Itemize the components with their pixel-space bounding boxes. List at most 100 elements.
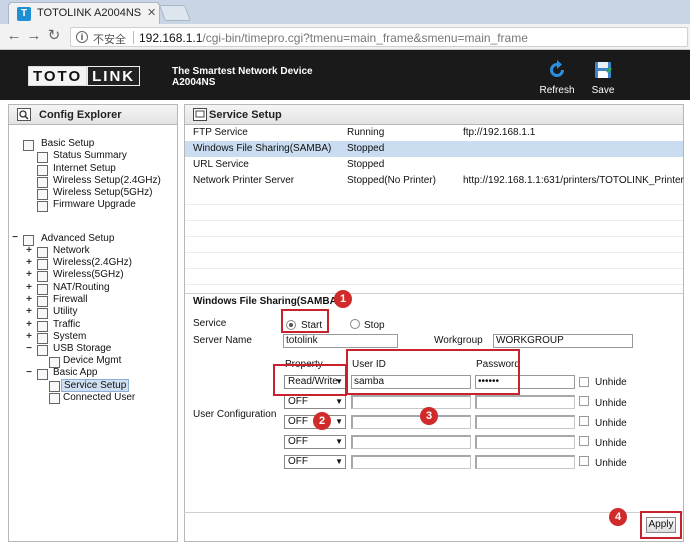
header-slogan: The Smartest Network Device A2004NS	[172, 66, 313, 88]
tree-usb-storage[interactable]: USB Storage	[53, 343, 111, 354]
workgroup-input[interactable]: WORKGROUP	[493, 334, 633, 348]
close-tab-icon[interactable]: ✕	[147, 6, 156, 19]
password-input-5[interactable]	[475, 455, 575, 469]
info-icon[interactable]: i	[76, 31, 88, 43]
service-address: http://192.168.1.1:631/printers/TOTOLINK…	[463, 175, 684, 186]
service-row-samba[interactable]: Windows File Sharing(SAMBA) Stopped	[185, 141, 683, 157]
back-arrow-icon[interactable]: ←	[6, 28, 22, 44]
folder-icon	[37, 259, 48, 270]
step-badge-2: 2	[313, 412, 331, 430]
unhide-checkbox-1[interactable]	[579, 377, 589, 387]
folder-icon	[23, 140, 34, 151]
service-row-printer[interactable]: Network Printer Server Stopped(No Printe…	[185, 173, 684, 189]
folder-icon	[37, 284, 48, 295]
userid-input-3[interactable]	[351, 415, 471, 429]
expand-icon[interactable]: +	[25, 294, 33, 305]
tree-network[interactable]: Network	[53, 245, 90, 256]
expand-icon[interactable]: +	[25, 331, 33, 342]
save-icon	[595, 62, 612, 78]
unhide-label-2: Unhide	[595, 398, 627, 409]
annotation-box-credentials	[346, 349, 520, 395]
property-value: OFF	[288, 456, 308, 467]
dropdown-arrow-icon: ▼	[335, 457, 343, 466]
address-separator	[133, 31, 134, 44]
address-bar[interactable]: i 不安全 192.168.1.1/cgi-bin/timepro.cgi?tm…	[70, 27, 688, 47]
unhide-label-3: Unhide	[595, 418, 627, 429]
stop-radio[interactable]	[350, 319, 360, 329]
tree-wireless-setup-5[interactable]: Wireless Setup(5GHz)	[53, 187, 152, 198]
step-badge-1: 1	[334, 290, 352, 308]
unhide-checkbox-5[interactable]	[579, 456, 589, 466]
insecure-label: 不安全	[93, 34, 126, 46]
page-icon	[37, 189, 48, 200]
unhide-checkbox-3[interactable]	[579, 416, 589, 426]
expand-icon[interactable]: +	[25, 319, 33, 330]
service-status: Stopped(No Printer)	[347, 175, 436, 186]
unhide-checkbox-4[interactable]	[579, 436, 589, 446]
expand-icon[interactable]: +	[25, 306, 33, 317]
new-tab-button[interactable]	[159, 5, 191, 21]
config-explorer-header: Config Explorer	[9, 105, 177, 125]
service-setup-title: Service Setup	[209, 109, 282, 121]
save-button[interactable]: Save	[583, 60, 623, 96]
tree-advanced-setup[interactable]: Advanced Setup	[41, 233, 114, 244]
tree-status-summary[interactable]: Status Summary	[53, 150, 127, 161]
apply-button[interactable]: Apply	[646, 517, 676, 533]
userid-input-2[interactable]	[351, 395, 471, 409]
service-name: FTP Service	[193, 127, 248, 138]
service-row-ftp[interactable]: FTP Service Running ftp://192.168.1.1	[185, 125, 683, 141]
folder-icon	[37, 369, 48, 380]
expand-icon[interactable]: +	[25, 282, 33, 293]
userid-input-5[interactable]	[351, 455, 471, 469]
reload-icon[interactable]: ↻	[46, 28, 62, 44]
tree-firmware-upgrade[interactable]: Firmware Upgrade	[53, 199, 136, 210]
tree-wireless-24[interactable]: Wireless(2.4GHz)	[53, 257, 132, 268]
tree-basic-app[interactable]: Basic App	[53, 367, 97, 378]
userid-input-4[interactable]	[351, 435, 471, 449]
tree-internet-setup[interactable]: Internet Setup	[53, 163, 116, 174]
folder-icon	[37, 247, 48, 258]
expand-icon[interactable]: +	[25, 245, 33, 256]
config-explorer-title: Config Explorer	[39, 109, 122, 121]
refresh-button[interactable]: Refresh	[537, 60, 577, 96]
unhide-label-1: Unhide	[595, 377, 627, 388]
service-setup-panel: Service Setup FTP Service Running ftp://…	[184, 104, 684, 542]
tree-nat-routing[interactable]: NAT/Routing	[53, 282, 110, 293]
expand-icon[interactable]: +	[25, 269, 33, 280]
tree-wireless-5[interactable]: Wireless(5GHz)	[53, 269, 124, 280]
browser-toolbar: ← → ↻ i 不安全 192.168.1.1/cgi-bin/timepro.…	[0, 24, 690, 50]
collapse-icon[interactable]: −	[25, 343, 33, 354]
page-icon	[37, 152, 48, 163]
browser-tab[interactable]: T TOTOLINK A2004NS ✕	[8, 2, 160, 24]
totolink-favicon-icon: T	[17, 7, 31, 21]
save-label: Save	[591, 85, 615, 96]
property-select-5[interactable]: OFF ▼	[284, 455, 346, 469]
tree-device-mgmt[interactable]: Device Mgmt	[63, 355, 121, 366]
tree-utility[interactable]: Utility	[53, 306, 77, 317]
service-name: Windows File Sharing(SAMBA)	[193, 143, 332, 154]
tree-system[interactable]: System	[53, 331, 86, 342]
property-select-2[interactable]: OFF ▼	[284, 395, 346, 409]
expand-icon[interactable]: +	[25, 257, 33, 268]
password-input-4[interactable]	[475, 435, 575, 449]
url-host: 192.168.1.1	[139, 31, 203, 45]
tree-service-setup[interactable]: Service Setup	[61, 379, 130, 392]
tree-firewall[interactable]: Firewall	[53, 294, 87, 305]
forward-arrow-icon[interactable]: →	[26, 28, 42, 44]
refresh-icon	[550, 60, 564, 77]
unhide-checkbox-2[interactable]	[579, 396, 589, 406]
collapse-icon[interactable]: −	[11, 232, 19, 243]
password-input-3[interactable]	[475, 415, 575, 429]
service-row-url[interactable]: URL Service Stopped	[185, 157, 683, 173]
unhide-label-4: Unhide	[595, 438, 627, 449]
property-select-4[interactable]: OFF ▼	[284, 435, 346, 449]
password-input-2[interactable]	[475, 395, 575, 409]
tree-traffic[interactable]: Traffic	[53, 319, 80, 330]
tree-connected-user[interactable]: Connected User	[63, 392, 135, 403]
tree-wireless-setup-24[interactable]: Wireless Setup(2.4GHz)	[53, 175, 161, 186]
tree-basic-setup[interactable]: Basic Setup	[41, 138, 94, 149]
service-label: Service	[193, 318, 227, 329]
collapse-icon[interactable]: −	[25, 367, 33, 378]
step-badge-4: 4	[609, 508, 627, 526]
server-name-input[interactable]: totolink	[283, 334, 398, 348]
